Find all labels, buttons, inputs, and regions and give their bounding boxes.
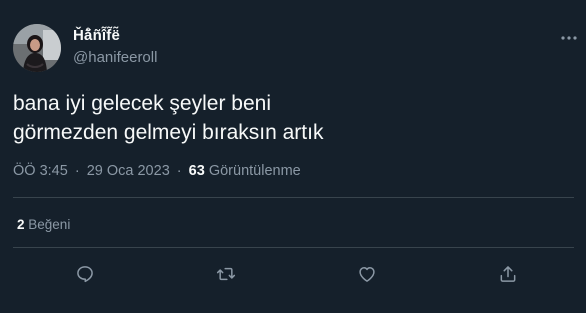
retweet-icon [216, 267, 236, 281]
likes-label: Beğeni [28, 217, 71, 232]
share-icon [500, 266, 516, 282]
tweet-text-line: bana iyi gelecek şeyler beni [13, 92, 271, 115]
tweet-time[interactable]: ÖÖ 3:45 [13, 163, 68, 179]
tweet-detail: Ȟå̃ñî̃f̃ë̃ @hanifeeroll bana iyi gelecek… [0, 0, 586, 313]
meta-separator: · [176, 163, 182, 179]
reply-icon [77, 266, 93, 283]
more-options-button[interactable] [557, 28, 581, 48]
display-name[interactable]: Ȟå̃ñî̃f̃ë̃ [73, 27, 120, 45]
views-label: Görüntülenme [208, 163, 301, 179]
like-button[interactable] [355, 262, 379, 286]
divider [13, 197, 574, 198]
avatar[interactable] [13, 24, 61, 72]
retweet-button[interactable] [214, 262, 238, 286]
likes-count: 2 [17, 217, 25, 232]
avatar-photo [13, 24, 61, 72]
tweet-date[interactable]: 29 Oca 2023 [87, 163, 170, 179]
meta-separator: · [74, 163, 80, 179]
divider [13, 247, 574, 248]
share-button[interactable] [496, 262, 520, 286]
more-icon [561, 36, 577, 40]
username-handle[interactable]: @hanifeeroll [73, 49, 157, 67]
heart-icon [359, 267, 375, 282]
tweet-meta: ÖÖ 3:45 · 29 Oca 2023 · 63 Görüntülenme [13, 162, 301, 180]
views-count: 63 [188, 163, 205, 179]
tweet-text: bana iyi gelecek şeyler beni görmezden g… [13, 89, 573, 147]
likes-link[interactable]: 2 Beğeni [17, 217, 70, 233]
reply-button[interactable] [73, 262, 97, 286]
tweet-text-line: görmezden gelmeyi bıraksın artık [13, 121, 324, 144]
